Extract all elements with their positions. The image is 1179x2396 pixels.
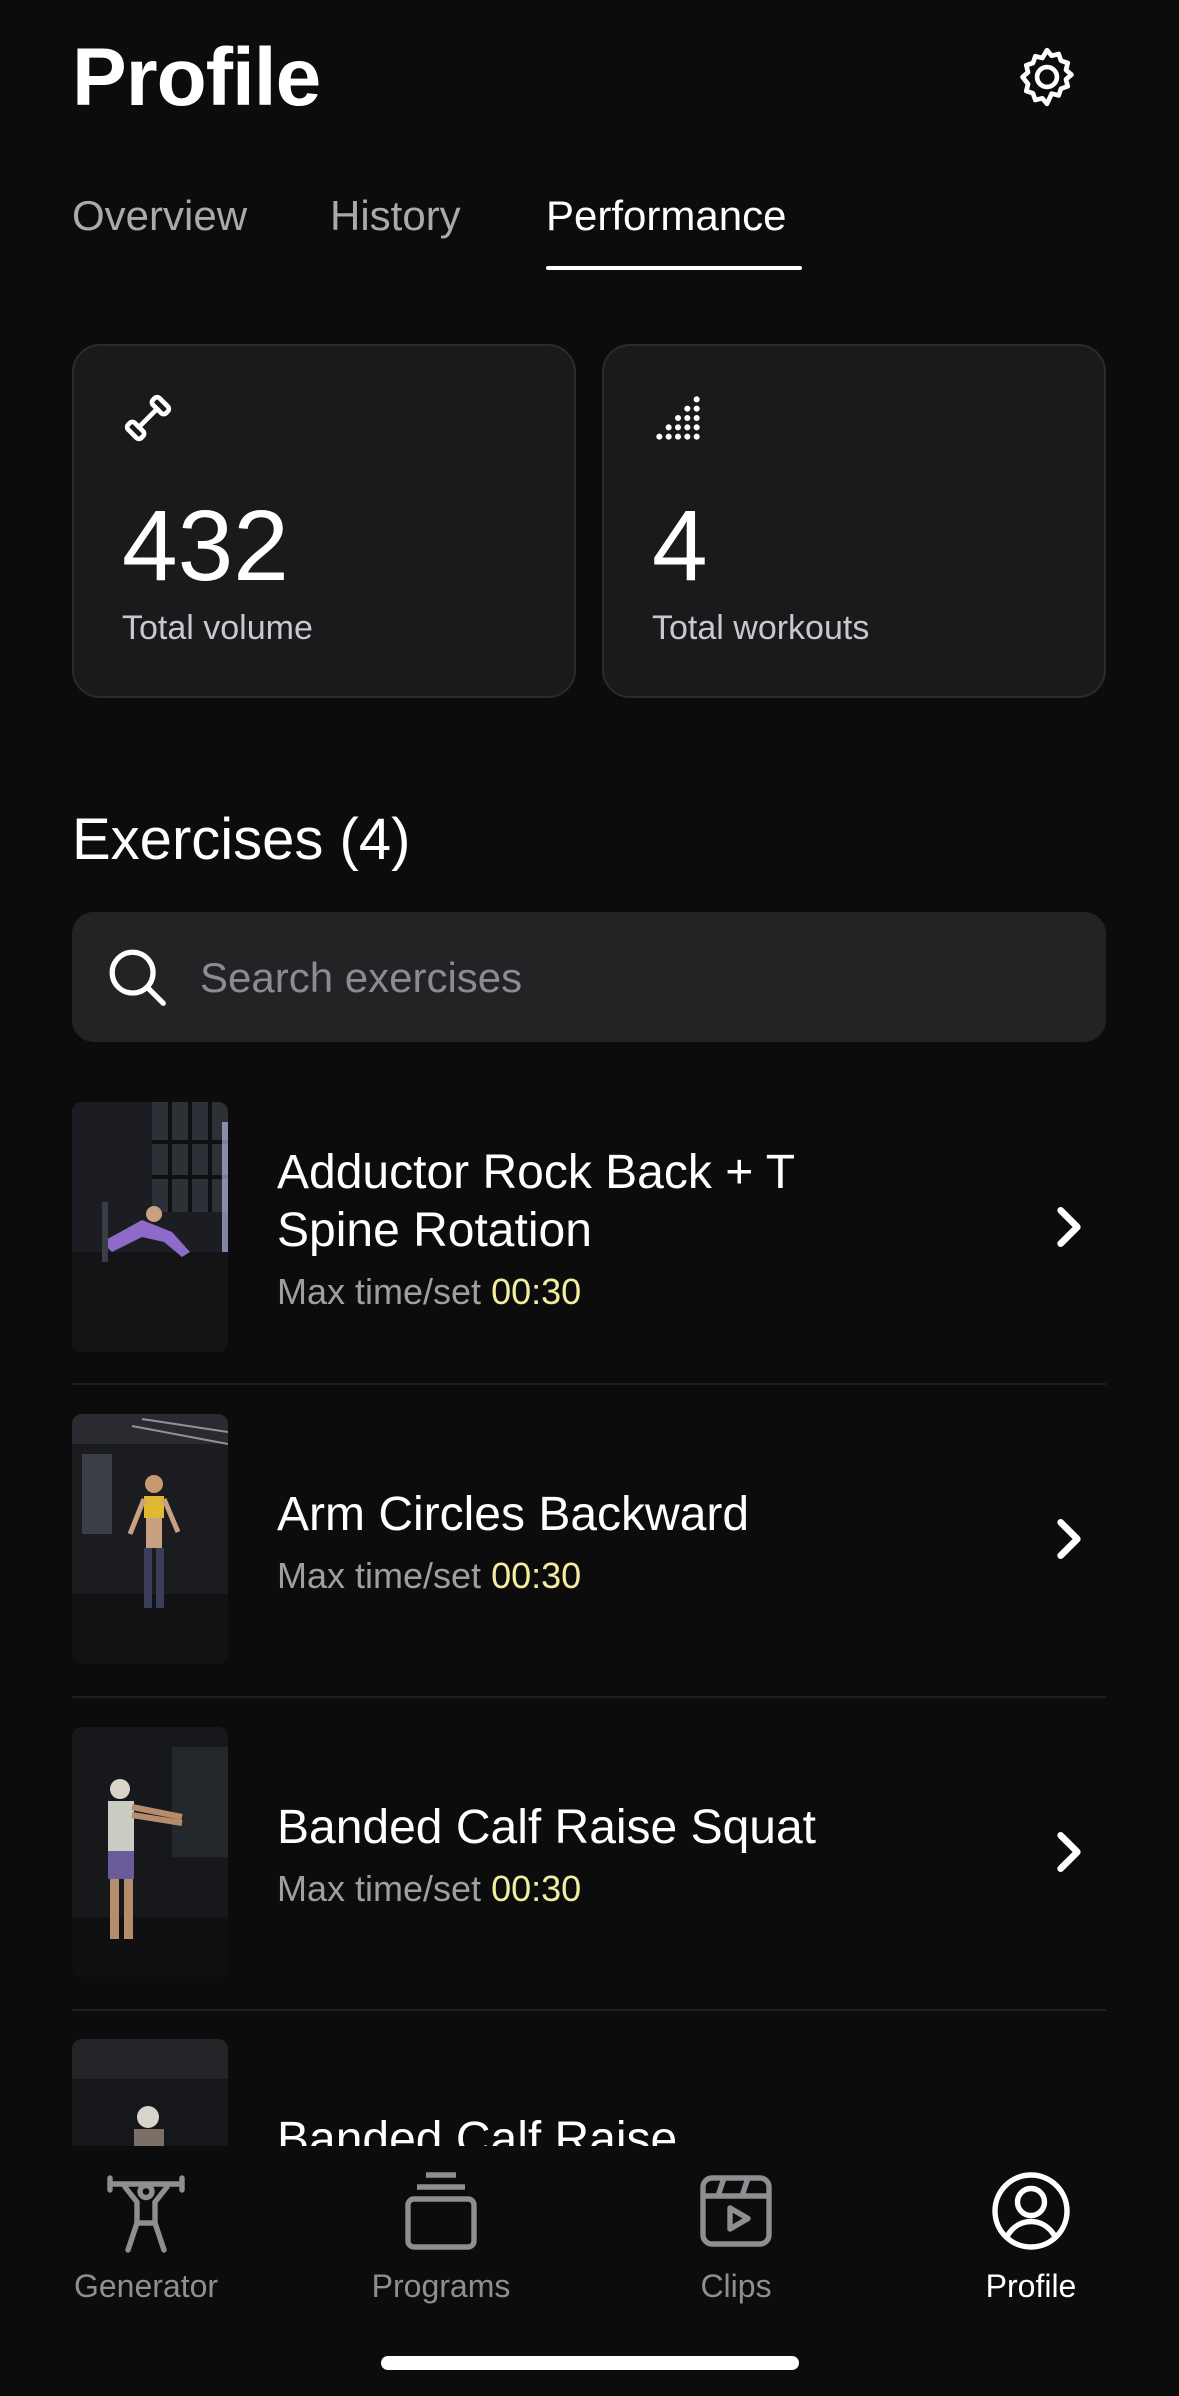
dot-grid-icon: [656, 396, 700, 440]
max-time-value: 00:30: [491, 1555, 582, 1596]
home-indicator: [381, 2356, 799, 2370]
list-item[interactable]: Adductor Rock Back + T Spine Rotation Ma…: [72, 1102, 1106, 1352]
nav-label: Profile: [985, 2268, 1077, 2304]
chevron-right-icon: [1057, 1519, 1081, 1559]
exercise-meta: Max time/set 00:30: [277, 1555, 582, 1596]
stack-icon: [405, 2172, 477, 2250]
page-title: Profile: [72, 32, 321, 123]
divider: [72, 1696, 1106, 1698]
clip-icon: [700, 2175, 772, 2247]
nav-clips[interactable]: Clips: [616, 2166, 856, 2306]
exercise-thumbnail: [72, 1727, 228, 1977]
figure-icon: [107, 2175, 185, 2253]
search-icon: [109, 949, 166, 1006]
gear-icon[interactable]: [1012, 42, 1082, 112]
exercise-name: Arm Circles Backward: [277, 1488, 750, 1541]
nav-programs[interactable]: Programs: [321, 2166, 561, 2306]
exercise-meta: Max time/set 00:30: [277, 1868, 582, 1909]
list-item[interactable]: Arm Circles Backward Max time/set 00:30: [72, 1414, 1106, 1664]
total-volume-label: Total volume: [122, 609, 313, 647]
total-workouts-value: 4: [652, 490, 708, 602]
search-bar[interactable]: [72, 912, 1106, 1044]
search-input[interactable]: [198, 912, 1062, 1044]
divider: [72, 2009, 1106, 2011]
nav-profile[interactable]: Profile: [911, 2166, 1151, 2306]
tab-performance[interactable]: Performance: [546, 186, 786, 246]
exercises-heading: Exercises (4): [72, 807, 411, 872]
exercise-thumbnail: [72, 1102, 228, 1352]
total-workouts-label: Total workouts: [652, 609, 870, 647]
profile-icon: [992, 2172, 1070, 2250]
exercise-name: Banded Calf Raise Squat: [277, 1801, 817, 1854]
chevron-right-icon: [1057, 1832, 1081, 1872]
tab-history[interactable]: History: [330, 186, 461, 246]
max-time-value: 00:30: [491, 1271, 582, 1312]
nav-label: Generator: [73, 2268, 219, 2304]
nav-label: Programs: [371, 2268, 511, 2304]
nav-label: Clips: [700, 2268, 772, 2304]
stat-card-workouts: 4 Total workouts: [602, 344, 1106, 698]
nav-generator[interactable]: Generator: [26, 2166, 266, 2306]
divider: [72, 1383, 1106, 1385]
dumbbell-icon: [124, 394, 172, 442]
active-tab-indicator: [546, 266, 802, 270]
stat-card-volume: 432 Total volume: [72, 344, 576, 698]
exercise-thumbnail: [72, 1414, 228, 1664]
chevron-right-icon: [1057, 1207, 1081, 1247]
exercise-meta: Max time/set 00:30: [277, 1271, 582, 1312]
total-volume-value: 432: [122, 490, 289, 602]
tab-overview[interactable]: Overview: [72, 186, 247, 246]
max-time-value: 00:30: [491, 1868, 582, 1909]
exercise-name: Adductor Rock Back + T Spine Rotation: [277, 1146, 795, 1257]
list-item[interactable]: Banded Calf Raise Squat Max time/set 00:…: [72, 1727, 1106, 1977]
